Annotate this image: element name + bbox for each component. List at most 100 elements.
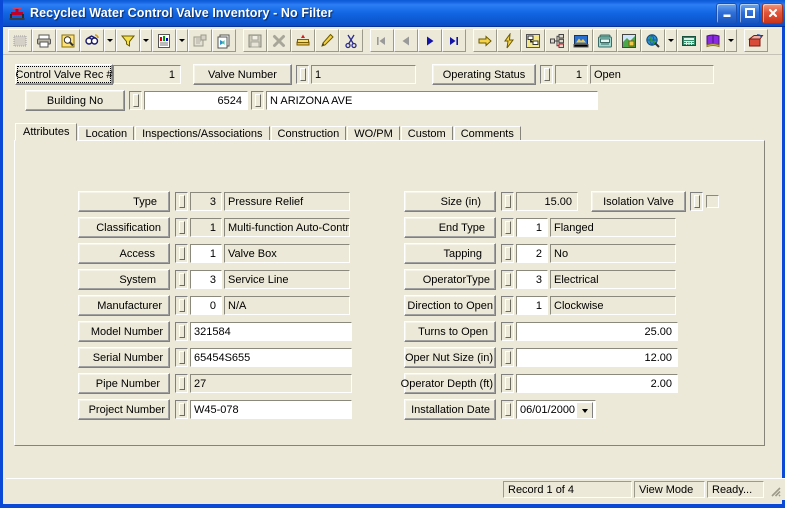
new-record-icon[interactable] xyxy=(291,29,315,52)
pipe-number-selector-button[interactable] xyxy=(175,374,188,393)
turns-to-open-value[interactable]: 25.00 xyxy=(516,322,678,341)
tapping-code[interactable]: 2 xyxy=(516,244,548,263)
operating-status-label-button[interactable]: Operating Status xyxy=(432,64,536,85)
copy-record-icon[interactable] xyxy=(188,29,212,52)
end-type-code[interactable]: 1 xyxy=(516,218,548,237)
duplicate-icon[interactable] xyxy=(212,29,236,52)
model-number-value[interactable]: 321584 xyxy=(190,322,352,341)
cut-icon[interactable] xyxy=(339,29,363,52)
system-label-button[interactable]: System xyxy=(78,269,170,290)
model-number-selector-button[interactable] xyxy=(175,322,188,341)
access-label-button[interactable]: Access xyxy=(78,243,170,264)
chevron-down-icon[interactable] xyxy=(576,402,593,418)
operator-type-code[interactable]: 3 xyxy=(516,270,548,289)
size-in-label-button[interactable]: Size (in) xyxy=(404,191,496,212)
valve-number-selector-button[interactable] xyxy=(296,65,309,84)
classification-label-button[interactable]: Classification xyxy=(78,217,170,238)
globe-search-dropdown[interactable] xyxy=(665,29,677,52)
model-number-label-button[interactable]: Model Number xyxy=(78,321,170,342)
report-dropdown[interactable] xyxy=(176,29,188,52)
telephone-icon[interactable] xyxy=(593,29,617,52)
report-icon[interactable] xyxy=(152,29,176,52)
access-selector-button[interactable] xyxy=(175,244,188,263)
tab-attributes[interactable]: Attributes xyxy=(15,123,78,141)
title-bar[interactable]: Recycled Water Control Valve Inventory -… xyxy=(3,0,785,27)
system-code[interactable]: 3 xyxy=(190,270,222,289)
find-icon[interactable] xyxy=(80,29,104,52)
operator-type-label-button[interactable]: OperatorType xyxy=(404,269,496,290)
edit-icon[interactable] xyxy=(315,29,339,52)
valve-number-label-button[interactable]: Valve Number xyxy=(193,64,292,85)
isolation-valve-selector-button[interactable] xyxy=(690,192,703,211)
tapping-label-button[interactable]: Tapping xyxy=(404,243,496,264)
project-number-selector-button[interactable] xyxy=(175,400,188,419)
direction-to-open-selector-button[interactable] xyxy=(501,296,514,315)
find-dropdown[interactable] xyxy=(104,29,116,52)
manufacturer-label-button[interactable]: Manufacturer xyxy=(78,295,170,316)
hierarchy-icon[interactable] xyxy=(545,29,569,52)
minimize-button[interactable] xyxy=(716,2,737,24)
size-in-selector-button[interactable] xyxy=(501,192,514,211)
map-icon[interactable] xyxy=(617,29,641,52)
resize-grip[interactable] xyxy=(767,483,781,497)
calculator-icon[interactable] xyxy=(677,29,701,52)
manufacturer-selector-button[interactable] xyxy=(175,296,188,315)
select-tool-icon[interactable] xyxy=(8,29,32,52)
project-number-value[interactable]: W45-078 xyxy=(190,400,352,419)
quick-action-icon[interactable] xyxy=(497,29,521,52)
operator-depth-value[interactable]: 2.00 xyxy=(516,374,678,393)
operator-depth-selector-button[interactable] xyxy=(501,374,514,393)
access-code[interactable]: 1 xyxy=(190,244,222,263)
type-label-button[interactable]: Type xyxy=(78,191,170,212)
building-no-selector-button[interactable] xyxy=(129,91,142,110)
workflow-icon[interactable] xyxy=(521,29,545,52)
isolation-valve-label-button[interactable]: Isolation Valve xyxy=(591,191,686,212)
end-type-selector-button[interactable] xyxy=(501,218,514,237)
operating-status-selector-button[interactable] xyxy=(540,65,553,84)
filter-dropdown[interactable] xyxy=(140,29,152,52)
project-number-label-button[interactable]: Project Number xyxy=(78,399,170,420)
oper-nut-size-label-button[interactable]: Oper Nut Size (in) xyxy=(404,347,496,368)
manufacturer-code[interactable]: 0 xyxy=(190,296,222,315)
oper-nut-size-selector-button[interactable] xyxy=(501,348,514,367)
serial-number-value[interactable]: 65454S655 xyxy=(190,348,352,367)
installation-date-value[interactable]: 06/01/2000 xyxy=(516,400,596,419)
previous-record-icon[interactable] xyxy=(394,29,418,52)
print-preview-icon[interactable] xyxy=(56,29,80,52)
help-book-icon[interactable] xyxy=(701,29,725,52)
turns-to-open-selector-button[interactable] xyxy=(501,322,514,341)
operator-type-selector-button[interactable] xyxy=(501,270,514,289)
save-icon[interactable] xyxy=(243,29,267,52)
next-record-icon[interactable] xyxy=(418,29,442,52)
building-address-selector-button[interactable] xyxy=(251,91,264,110)
exit-icon[interactable] xyxy=(744,29,768,52)
delete-icon[interactable] xyxy=(267,29,291,52)
goto-icon[interactable] xyxy=(473,29,497,52)
installation-date-selector-button[interactable] xyxy=(501,400,514,419)
serial-number-label-button[interactable]: Serial Number xyxy=(78,347,170,368)
type-selector-button[interactable] xyxy=(175,192,188,211)
oper-nut-size-value[interactable]: 12.00 xyxy=(516,348,678,367)
installation-date-label-button[interactable]: Installation Date xyxy=(404,399,496,420)
building-no-label-button[interactable]: Building No xyxy=(25,90,125,111)
isolation-valve-checkbox[interactable] xyxy=(706,195,719,208)
turns-to-open-label-button[interactable]: Turns to Open xyxy=(404,321,496,342)
building-no-code[interactable]: 6524 xyxy=(144,91,248,110)
globe-search-icon[interactable] xyxy=(641,29,665,52)
first-record-icon[interactable] xyxy=(370,29,394,52)
last-record-icon[interactable] xyxy=(442,29,466,52)
filter-icon[interactable] xyxy=(116,29,140,52)
end-type-label-button[interactable]: End Type xyxy=(404,217,496,238)
direction-to-open-label-button[interactable]: Direction to Open xyxy=(404,295,496,316)
pipe-number-label-button[interactable]: Pipe Number xyxy=(78,373,170,394)
system-selector-button[interactable] xyxy=(175,270,188,289)
operator-depth-label-button[interactable]: Operator Depth (ft) xyxy=(401,373,496,394)
tapping-selector-button[interactable] xyxy=(501,244,514,263)
control-valve-rec-label-button[interactable]: Control Valve Rec # xyxy=(15,64,113,85)
serial-number-selector-button[interactable] xyxy=(175,348,188,367)
help-dropdown[interactable] xyxy=(725,29,737,52)
close-button[interactable] xyxy=(762,2,783,24)
document-image-icon[interactable] xyxy=(569,29,593,52)
maximize-button[interactable] xyxy=(739,2,760,24)
building-address-value[interactable]: N ARIZONA AVE xyxy=(266,91,598,110)
